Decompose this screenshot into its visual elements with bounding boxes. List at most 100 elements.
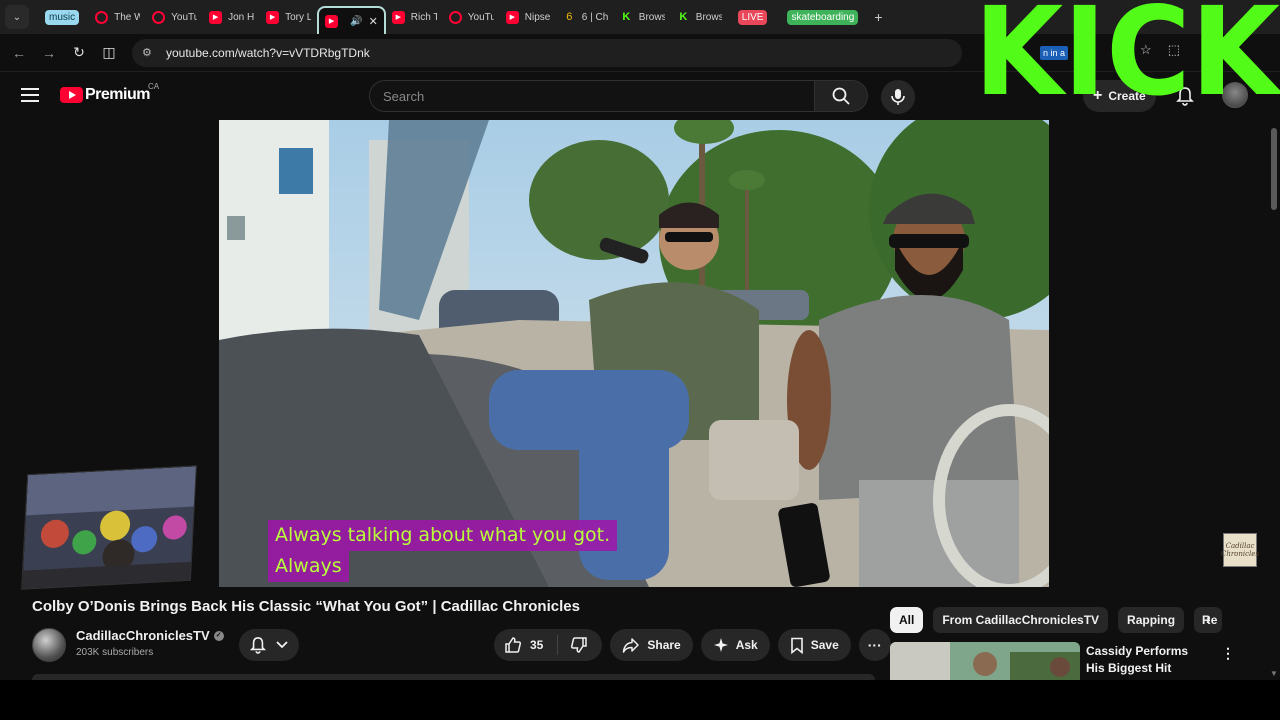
more-actions-button[interactable]: ··· bbox=[858, 629, 891, 661]
tab-active[interactable]: ▶ 🔊 ✕ bbox=[317, 6, 386, 34]
search-input[interactable]: Search bbox=[369, 80, 815, 112]
notifications-bell-icon[interactable] bbox=[1176, 86, 1194, 111]
filter-chip[interactable]: All bbox=[890, 607, 924, 633]
tab-title: The W bbox=[114, 11, 141, 23]
voice-search-button[interactable] bbox=[881, 80, 915, 114]
search-button[interactable] bbox=[815, 80, 868, 112]
tab[interactable]: K Brows bbox=[671, 4, 728, 30]
tab[interactable]: music bbox=[39, 4, 85, 30]
forward-arrow-icon[interactable]: → bbox=[34, 45, 64, 61]
thumbs-up-icon bbox=[505, 637, 522, 653]
channel-watermark[interactable]: Cadillac Chronicles bbox=[1221, 533, 1259, 567]
filter-chip[interactable]: From CadillacChroniclesTV bbox=[933, 607, 1109, 633]
like-dislike-group: 35 bbox=[494, 629, 603, 661]
back-arrow-icon[interactable]: ← bbox=[4, 45, 34, 61]
tab[interactable]: The W bbox=[89, 4, 146, 30]
split-view-icon[interactable]: ◫ bbox=[94, 44, 124, 61]
tab-title: Nipse bbox=[524, 11, 551, 23]
search-icon bbox=[832, 87, 850, 105]
chevron-down-icon bbox=[276, 641, 288, 649]
webcam-overlay bbox=[21, 465, 197, 590]
tab[interactable]: LIVE bbox=[732, 4, 774, 30]
plus-icon: + bbox=[1093, 87, 1103, 104]
ask-label: Ask bbox=[735, 638, 758, 652]
youtube-ring-icon bbox=[152, 10, 166, 24]
account-avatar[interactable] bbox=[1222, 82, 1248, 108]
bookmark-star-icon[interactable]: ☆ bbox=[1140, 42, 1152, 58]
share-icon bbox=[623, 638, 640, 653]
video-frame bbox=[219, 120, 1049, 587]
channel-name: CadillacChroniclesTV bbox=[76, 628, 210, 643]
logo-word: Premium bbox=[85, 86, 150, 103]
youtube-ring-icon bbox=[95, 10, 109, 24]
save-label: Save bbox=[810, 638, 839, 652]
recommendation-thumbnail[interactable] bbox=[890, 642, 1080, 680]
new-tab-button[interactable]: + bbox=[874, 9, 882, 25]
filter-chips: All From CadillacChroniclesTV Rapping Re bbox=[890, 607, 1223, 633]
scroll-down-icon[interactable]: ▼ bbox=[1270, 669, 1278, 678]
create-button[interactable]: + Create bbox=[1083, 80, 1156, 112]
page-scrollbar[interactable]: ▼ bbox=[1268, 120, 1280, 680]
filter-chip[interactable]: Rapping bbox=[1118, 607, 1185, 633]
tab[interactable]: ▶ Rich T bbox=[386, 4, 443, 30]
tab[interactable]: YouTu bbox=[443, 4, 500, 30]
youtube-premium-logo[interactable]: Premium CA bbox=[60, 82, 159, 104]
browser-tool-icons: ☆ ⬚ bbox=[1140, 42, 1180, 58]
channel-name-link[interactable]: CadillacChroniclesTV ✓ bbox=[76, 628, 224, 643]
tabs-list: music The W YouTu ▶ Jon Ho ▶ Tory L ▶ 🔊 ✕ ▶ Rich T Y… bbox=[35, 0, 883, 34]
signin-chip[interactable]: n in a bbox=[1040, 46, 1069, 60]
six-icon: 6 bbox=[566, 11, 573, 23]
like-button[interactable]: 35 bbox=[494, 635, 559, 655]
youtube-masthead: Premium CA Search + Create bbox=[0, 72, 1280, 120]
tab[interactable]: YouTu bbox=[146, 4, 203, 30]
tab-title: YouTu bbox=[171, 11, 198, 23]
menu-icon[interactable] bbox=[21, 88, 39, 102]
speaker-icon[interactable]: 🔊 bbox=[350, 16, 362, 27]
tab-title: Jon Ho bbox=[228, 11, 255, 23]
address-bar[interactable]: ⚙ youtube.com/watch?v=vVTDRbgTDnk bbox=[132, 38, 962, 67]
sparkle-icon bbox=[713, 638, 728, 652]
channel-avatar[interactable] bbox=[32, 628, 66, 662]
tab-strip: ⌄ music The W YouTu ▶ Jon Ho ▶ Tory L ▶ 🔊 ✕ ▶ Rich … bbox=[0, 0, 1280, 34]
tab-title: 6 | Cha bbox=[581, 11, 608, 23]
dislike-button[interactable] bbox=[558, 629, 602, 661]
youtube-icon: ▶ bbox=[391, 10, 405, 24]
tab[interactable]: ▶ Tory L bbox=[260, 4, 317, 30]
reload-icon[interactable]: ↻ bbox=[64, 44, 94, 61]
bell-icon bbox=[250, 637, 266, 654]
more-horizontal-icon: ··· bbox=[867, 637, 882, 653]
tab[interactable]: ▶ Nipse bbox=[500, 4, 557, 30]
subscription-notifications-button[interactable] bbox=[239, 629, 299, 661]
tab-search-button[interactable]: ⌄ bbox=[5, 5, 29, 29]
microphone-icon bbox=[891, 89, 905, 105]
tab[interactable]: ▶ Jon Ho bbox=[203, 4, 260, 30]
video-player[interactable] bbox=[219, 120, 1049, 587]
tab-title: YouTu bbox=[467, 11, 494, 23]
site-info-icon[interactable]: ⚙ bbox=[142, 46, 156, 59]
kick-icon: K bbox=[622, 11, 631, 23]
video-actions: 35 Share Ask Save ··· bbox=[494, 629, 891, 661]
thumbs-down-icon bbox=[571, 637, 588, 653]
more-vertical-icon[interactable]: ⋮ bbox=[1221, 645, 1235, 662]
tab-title: Brows bbox=[638, 11, 665, 23]
tab-group-label: LIVE bbox=[737, 9, 768, 25]
extensions-icon[interactable]: ⬚ bbox=[1168, 42, 1180, 58]
tab[interactable]: 6 6 | Cha bbox=[557, 4, 614, 30]
browser-toolbar: ← → ↻ ◫ ⚙ youtube.com/watch?v=vVTDRbgTDn… bbox=[0, 34, 1280, 72]
chevron-right-icon[interactable]: › bbox=[1206, 611, 1211, 627]
close-icon[interactable]: ✕ bbox=[369, 15, 378, 28]
tab[interactable]: K Brows bbox=[614, 4, 671, 30]
youtube-play-icon bbox=[60, 87, 83, 103]
youtube-icon: ▶ bbox=[266, 10, 280, 24]
subscriber-count: 203K subscribers bbox=[76, 647, 154, 658]
share-button[interactable]: Share bbox=[610, 629, 693, 661]
tab-title: Tory L bbox=[285, 11, 312, 23]
tab-group-label: skateboarding bbox=[787, 9, 859, 25]
video-title: Colby O’Donis Brings Back His Classic “W… bbox=[32, 598, 580, 615]
bookmark-icon bbox=[790, 637, 803, 654]
scrollbar-thumb[interactable] bbox=[1271, 128, 1277, 210]
save-button[interactable]: Save bbox=[777, 629, 851, 661]
tab[interactable]: skateboarding bbox=[781, 4, 864, 30]
tab-title: Brows bbox=[695, 11, 722, 23]
ask-button[interactable]: Ask bbox=[700, 629, 770, 661]
